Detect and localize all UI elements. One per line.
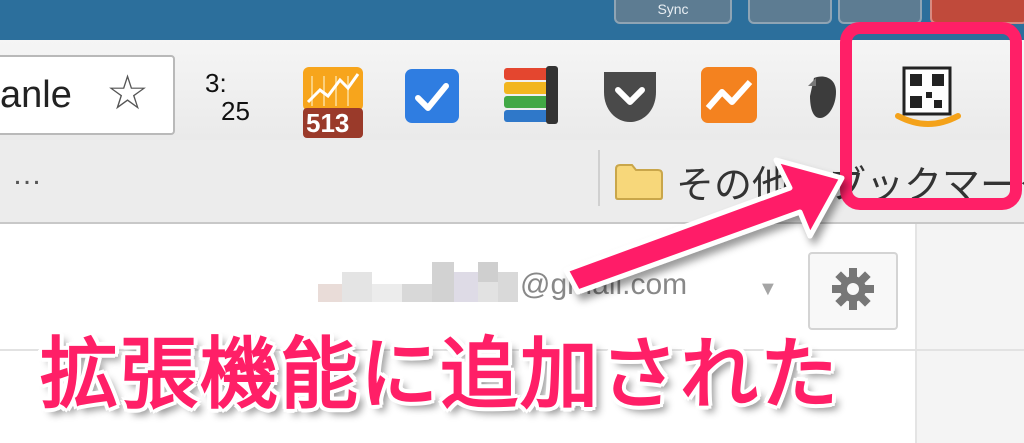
annotation-caption: 拡張機能に追加された — [40, 330, 841, 418]
